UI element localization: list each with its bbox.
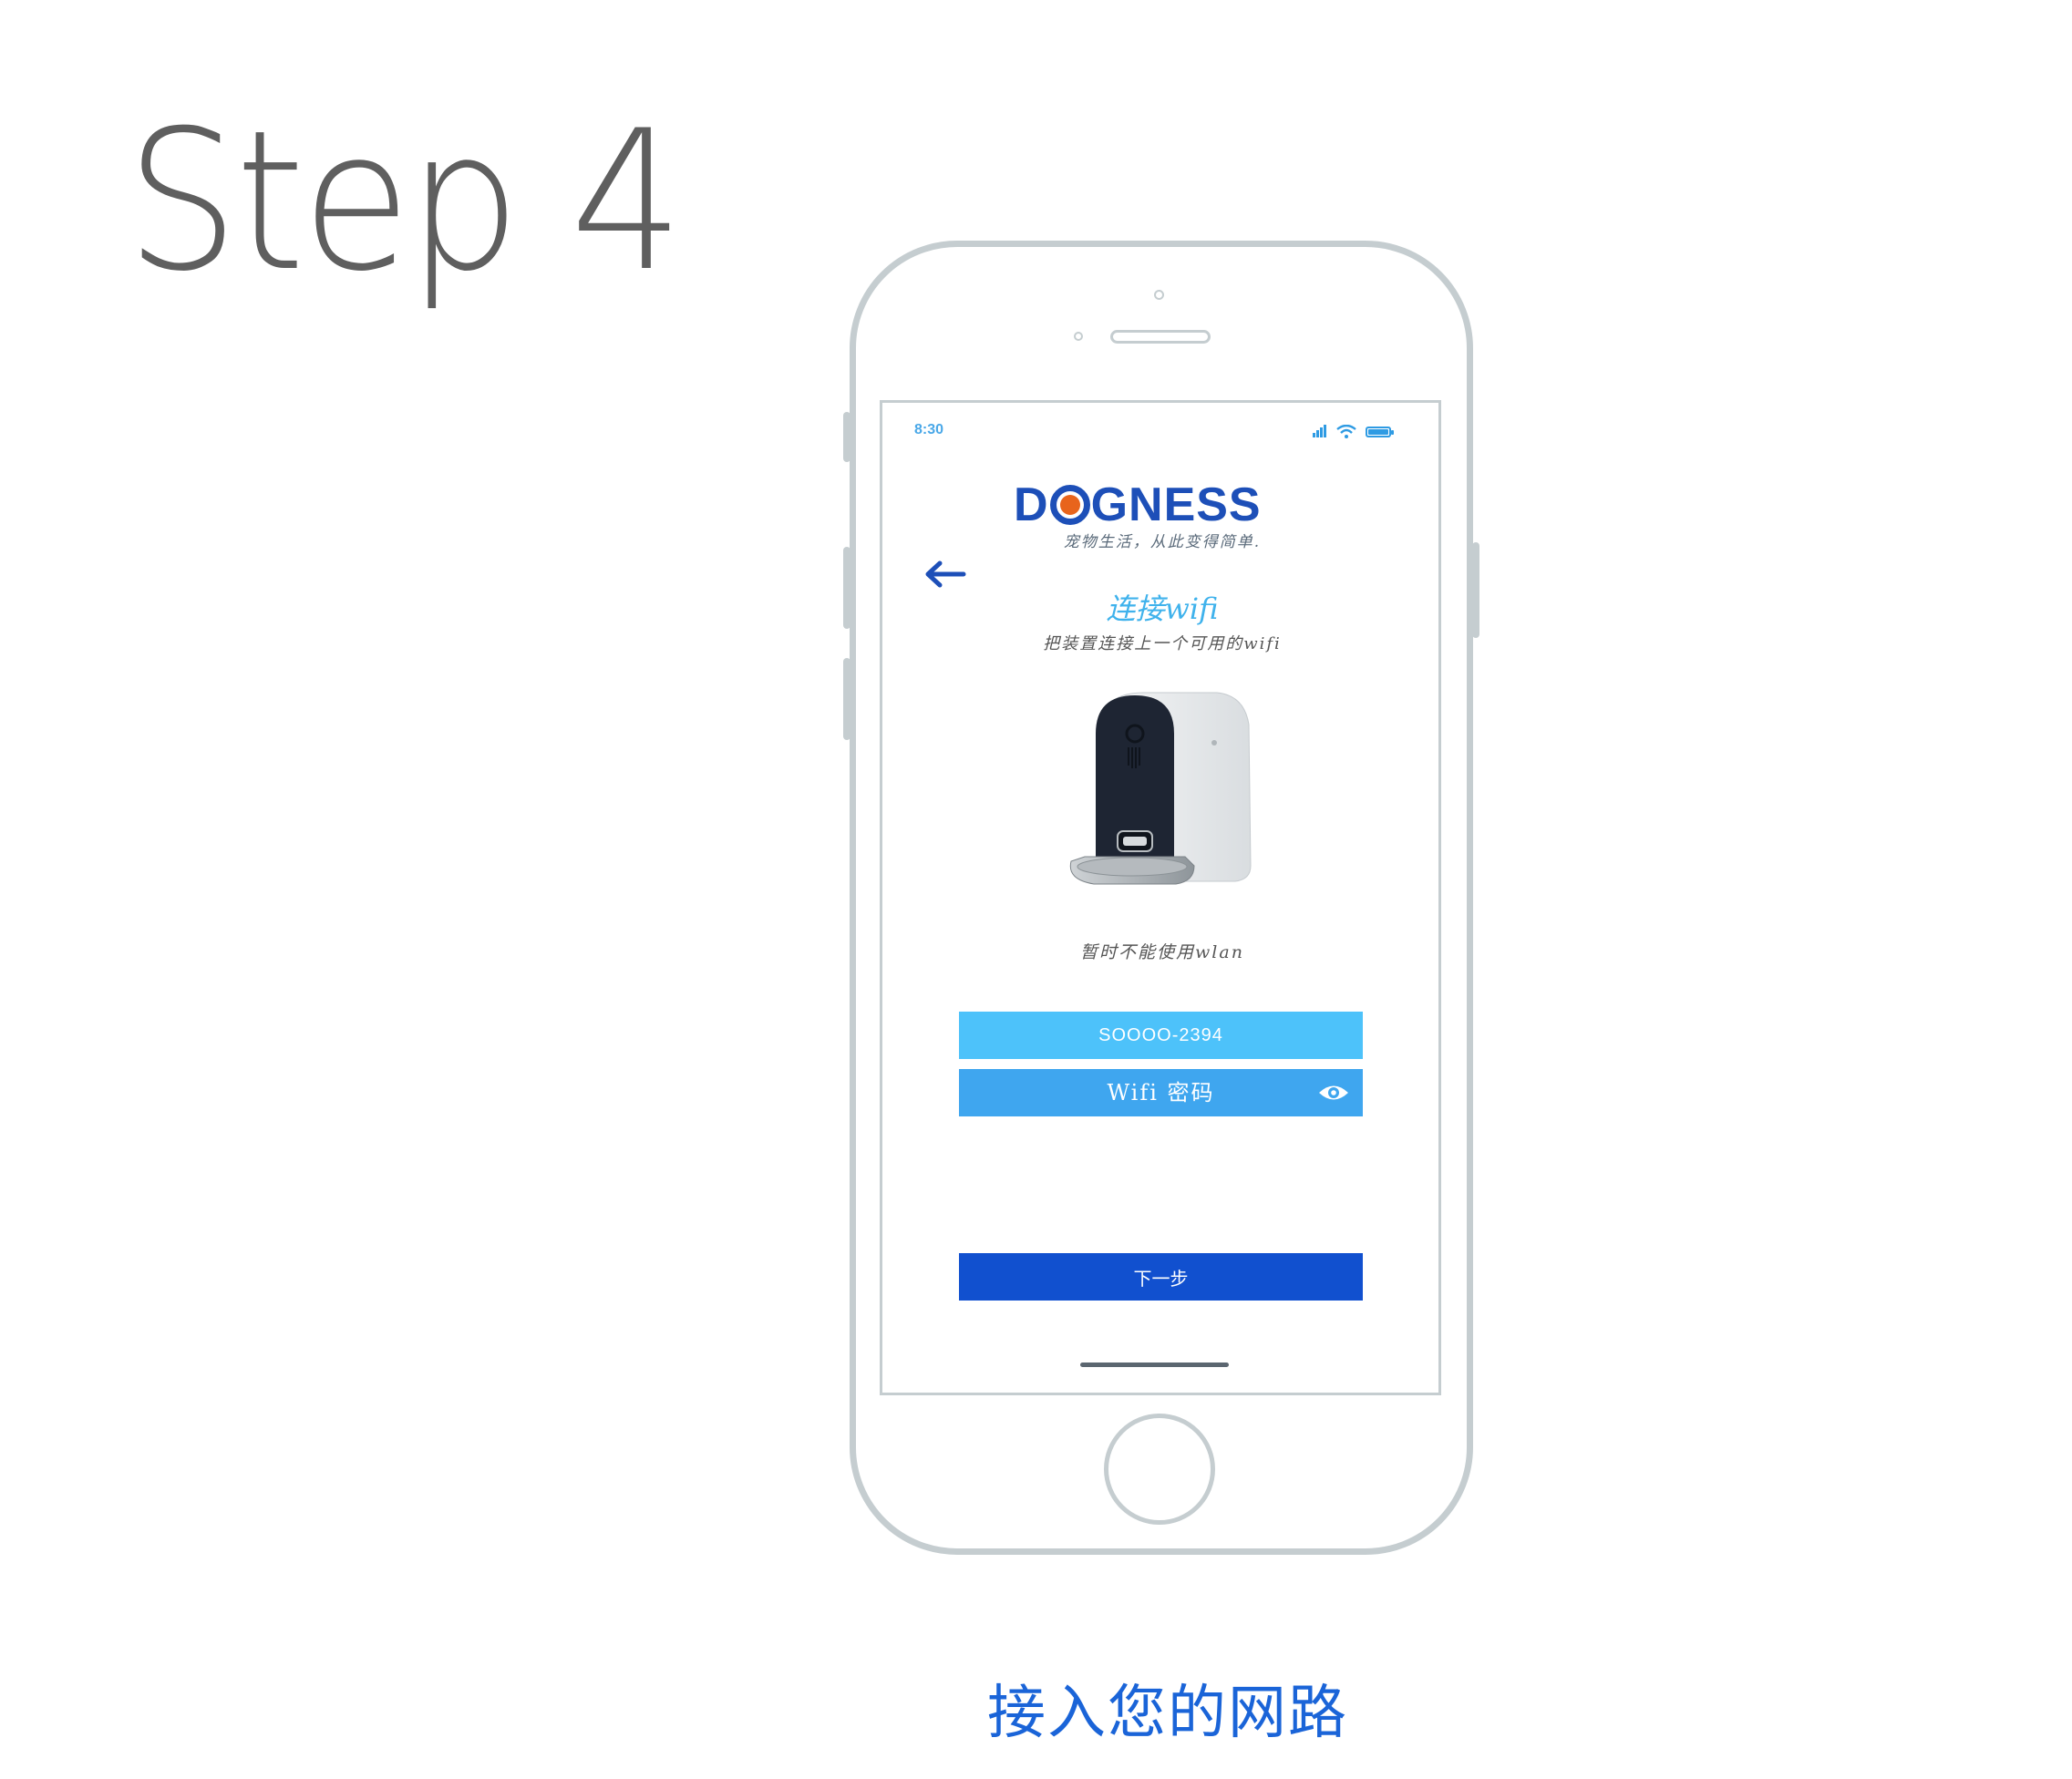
password-field-wrapper bbox=[959, 1069, 1363, 1116]
earpiece-speaker bbox=[1110, 330, 1211, 344]
volume-down-button bbox=[843, 658, 850, 740]
battery-icon bbox=[1366, 427, 1394, 437]
proximity-sensor bbox=[1074, 332, 1083, 341]
back-arrow-icon[interactable] bbox=[923, 559, 967, 590]
status-time: 8:30 bbox=[914, 422, 944, 437]
logo-o-mark bbox=[1049, 485, 1090, 525]
step-title: Step 4 bbox=[126, 88, 684, 314]
dogness-logo: D GNESS bbox=[1014, 481, 1262, 529]
signal-icon bbox=[1313, 425, 1326, 437]
mute-switch bbox=[843, 412, 850, 462]
logo-prefix: D bbox=[1014, 478, 1049, 531]
wifi-password-field[interactable] bbox=[959, 1069, 1363, 1116]
logo-suffix: GNESS bbox=[1090, 478, 1262, 531]
volume-up-button bbox=[843, 547, 850, 629]
home-button[interactable] bbox=[1104, 1414, 1215, 1525]
power-button bbox=[1472, 542, 1479, 638]
wlan-note: 暂时不能使用wlan bbox=[1080, 942, 1244, 962]
next-step-button[interactable]: 下一步 bbox=[959, 1253, 1363, 1301]
wifi-icon bbox=[1336, 425, 1356, 438]
step-caption: 接入您的网路 bbox=[987, 1680, 1348, 1747]
connect-subtitle: 把装置连接上一个可用的wifi bbox=[1043, 634, 1282, 653]
home-indicator bbox=[1080, 1363, 1229, 1367]
pet-feeder-image bbox=[1069, 692, 1252, 885]
front-camera bbox=[1154, 290, 1164, 300]
connect-title: 连接wifi bbox=[1106, 591, 1219, 626]
logo-slogan: 宠物生活，从此变得简单. bbox=[1063, 533, 1262, 551]
ssid-field[interactable] bbox=[959, 1012, 1363, 1059]
eye-icon[interactable] bbox=[1317, 1081, 1350, 1105]
